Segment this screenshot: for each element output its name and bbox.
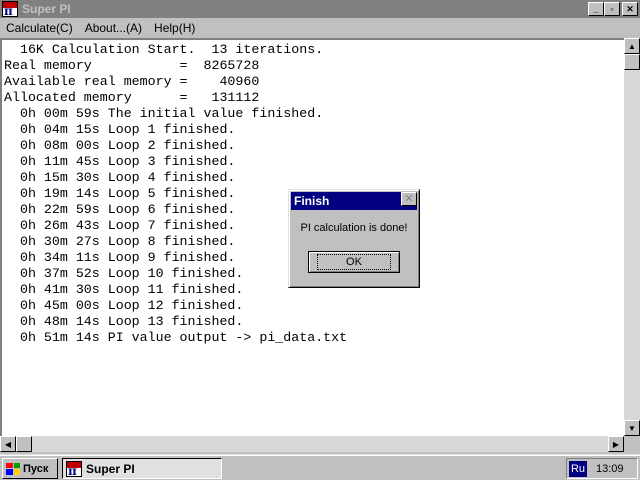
windows-logo-icon — [6, 462, 20, 475]
dialog-title: Finish — [294, 194, 330, 208]
menu-bar: Calculate(C) About...(A) Help(H) — [0, 18, 640, 38]
console-line: 0h 00m 59s The initial value finished. — [4, 106, 324, 121]
console-line: 16K Calculation Start. 13 iterations. — [4, 42, 324, 57]
window-title: Super PI — [22, 2, 71, 16]
taskbar-superpi-button[interactable]: π Super PI — [62, 458, 222, 479]
console-line: Allocated memory = 131112 — [4, 90, 260, 105]
console-line: 0h 11m 45s Loop 3 finished. — [4, 154, 236, 169]
superpi-app-icon[interactable]: π — [2, 1, 18, 17]
scroll-left-button[interactable]: ◀ — [0, 436, 16, 452]
minimize-button[interactable]: _ — [588, 2, 604, 16]
close-button[interactable]: ✕ — [622, 2, 638, 16]
start-button[interactable]: Пуск — [2, 458, 58, 479]
superpi-window: π Super PI _ ▫ ✕ Calculate(C) About...(A… — [0, 0, 640, 454]
console-line: 0h 04m 15s Loop 1 finished. — [4, 122, 236, 137]
scrollbar-corner — [624, 436, 640, 452]
console-line: 0h 51m 14s PI value output -> pi_data.tx… — [4, 330, 348, 345]
dialog-close-button[interactable]: ✕ — [401, 192, 417, 206]
system-tray: Ru 13:09 — [566, 458, 638, 479]
superpi-app-icon: π — [66, 460, 82, 477]
console-line: Real memory = 8265728 — [4, 58, 260, 73]
scroll-up-button[interactable]: ▲ — [624, 38, 640, 54]
window-titlebar[interactable]: π Super PI _ ▫ ✕ — [0, 0, 640, 18]
start-label: Пуск — [23, 462, 49, 475]
menu-help[interactable]: Help(H) — [148, 21, 201, 35]
console-line: 0h 45m 00s Loop 12 finished. — [4, 298, 244, 313]
horizontal-scrollbar[interactable]: ◀ ▶ — [0, 436, 624, 452]
maximize-button[interactable]: ▫ — [604, 2, 620, 16]
scroll-down-button[interactable]: ▼ — [624, 420, 640, 436]
language-indicator[interactable]: Ru — [569, 460, 587, 477]
taskbar-superpi-label: Super PI — [86, 461, 135, 476]
console-line: 0h 08m 00s Loop 2 finished. — [4, 138, 236, 153]
taskbar: Пуск π Super PI Ru 13:09 — [0, 454, 640, 480]
dialog-message: PI calculation is done! — [300, 222, 408, 234]
dialog-titlebar[interactable]: Finish — [291, 192, 417, 210]
tray-clock[interactable]: 13:09 — [596, 463, 624, 475]
horizontal-scroll-thumb[interactable] — [16, 436, 32, 452]
menu-about[interactable]: About...(A) — [79, 21, 148, 35]
vertical-scrollbar[interactable]: ▲ ▼ — [624, 38, 640, 436]
ok-button[interactable]: OK — [308, 251, 400, 273]
vertical-scroll-thumb[interactable] — [624, 54, 640, 70]
finish-dialog: Finish ✕ PI calculation is done! OK — [288, 189, 420, 288]
scroll-right-button[interactable]: ▶ — [608, 436, 624, 452]
console-line: 0h 15m 30s Loop 4 finished. — [4, 170, 236, 185]
console-line: 0h 48m 14s Loop 13 finished. — [4, 314, 244, 329]
ok-button-label: OK — [317, 254, 391, 270]
menu-calculate[interactable]: Calculate(C) — [0, 21, 79, 35]
console-line: Available real memory = 40960 — [4, 74, 260, 89]
